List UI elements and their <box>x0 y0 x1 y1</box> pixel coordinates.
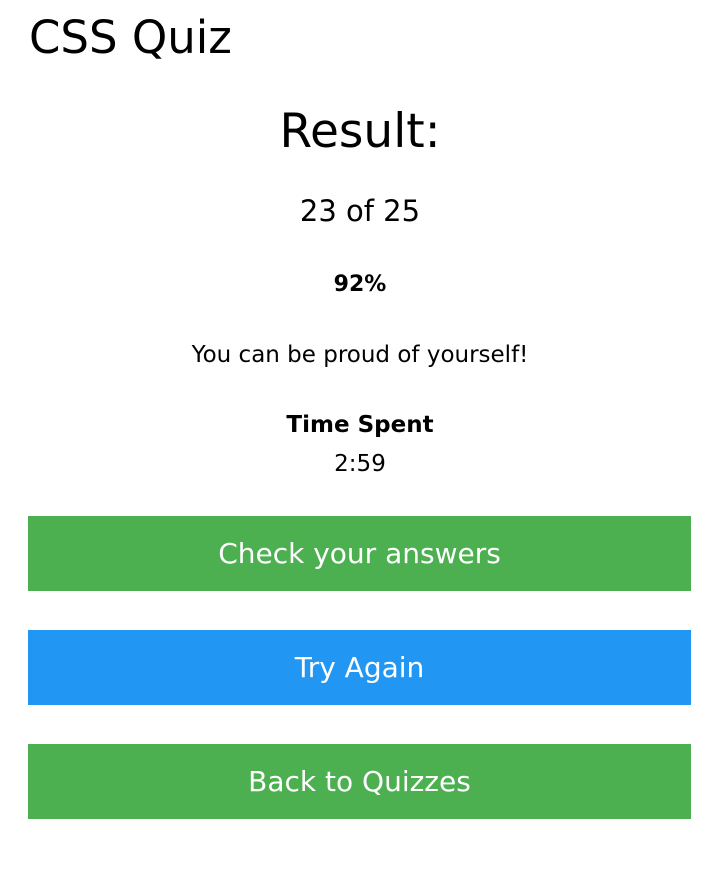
try-again-button[interactable]: Try Again <box>28 630 691 705</box>
result-message: You can be proud of yourself! <box>191 342 529 368</box>
result-heading: Result: <box>279 104 441 159</box>
time-spent-label: Time Spent <box>286 412 434 438</box>
check-answers-button[interactable]: Check your answers <box>28 516 691 591</box>
time-spent-value: 2:59 <box>334 451 386 477</box>
score-text: 23 of 25 <box>299 194 421 228</box>
back-to-quizzes-button[interactable]: Back to Quizzes <box>28 744 691 819</box>
page-title: CSS Quiz <box>29 11 232 64</box>
score-percent: 92% <box>333 272 387 297</box>
